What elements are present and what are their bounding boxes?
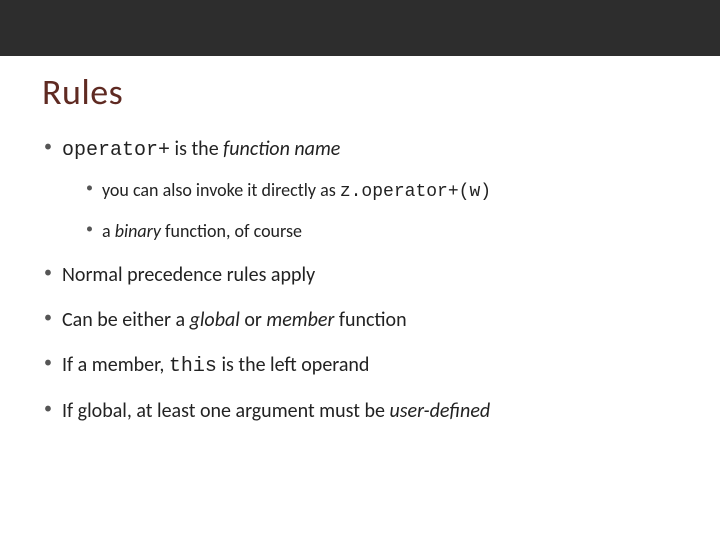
bullet-text: you can also invoke it directly as [102, 179, 340, 201]
list-item: you can also invoke it directly as z.ope… [84, 178, 678, 205]
italic-text: function name [223, 137, 340, 161]
italic-text: user-defined [389, 399, 490, 423]
bullet-text: Can be either a [62, 308, 190, 332]
bullet-list: operator+ is the function name you can a… [42, 136, 678, 425]
bullet-text: function [334, 308, 406, 332]
sub-bullet-list: you can also invoke it directly as z.ope… [62, 178, 678, 244]
italic-text: member [266, 308, 334, 332]
bullet-text: is the left operand [217, 353, 370, 377]
bullet-text: Normal precedence rules apply [62, 263, 315, 287]
bullet-text: If global, at least one argument must be [62, 399, 389, 423]
slide-top-bar [0, 0, 720, 56]
bullet-text: or [240, 308, 267, 332]
bullet-text: If a member, [62, 353, 169, 377]
code-text: operator+ [62, 139, 170, 162]
bullet-text: function, of course [161, 220, 302, 242]
bullet-text: is the [170, 137, 223, 161]
list-item: If a member, this is the left operand [42, 352, 678, 380]
italic-text: global [190, 308, 240, 332]
code-text: this [169, 355, 217, 378]
bullet-text: a [102, 220, 115, 242]
slide-title: Rules [42, 70, 678, 114]
list-item: Normal precedence rules apply [42, 262, 678, 289]
code-text: z.operator+(w) [340, 182, 491, 202]
list-item: a binary function, of course [84, 219, 678, 244]
list-item: Can be either a global or member functio… [42, 307, 678, 334]
list-item: If global, at least one argument must be… [42, 398, 678, 425]
slide-content: Rules operator+ is the function name you… [0, 56, 720, 425]
italic-text: binary [115, 220, 161, 242]
list-item: operator+ is the function name you can a… [42, 136, 678, 244]
